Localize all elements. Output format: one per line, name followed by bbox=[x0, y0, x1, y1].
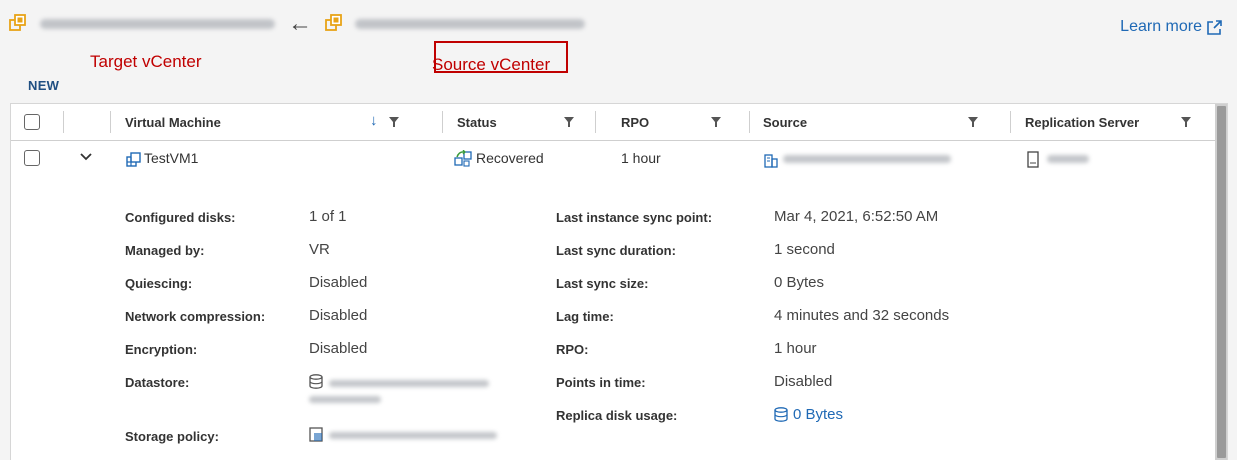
row-checkbox[interactable] bbox=[24, 150, 40, 166]
detail-label: Lag time: bbox=[556, 309, 614, 324]
detail-label: Managed by: bbox=[125, 243, 205, 258]
arrow-left-icon: ← bbox=[288, 10, 312, 37]
column-label: RPO bbox=[621, 114, 650, 130]
detail-label: Quiescing: bbox=[125, 276, 193, 291]
target-vcenter-annotation: Target vCenter bbox=[90, 52, 202, 71]
select-all-checkbox[interactable] bbox=[24, 114, 40, 130]
column-header-virtual-machine[interactable]: Virtual Machine bbox=[125, 104, 221, 140]
status-highlight-annotation bbox=[434, 41, 568, 73]
column-label: Status bbox=[457, 114, 497, 130]
detail-value: VR bbox=[309, 241, 330, 258]
vm-icon bbox=[126, 152, 141, 167]
detail-label: RPO: bbox=[556, 342, 589, 357]
detail-label: Encryption: bbox=[125, 342, 198, 357]
replica-disk-usage-value: 0 Bytes bbox=[793, 406, 844, 423]
rpo-value: 1 hour bbox=[621, 150, 661, 166]
detail-label: Configured disks: bbox=[125, 210, 236, 225]
learn-more-link[interactable]: Learn more bbox=[1120, 18, 1223, 36]
datagrid-header: Virtual Machine ↓ Status RPO Source Repl… bbox=[11, 104, 1215, 141]
filter-icon[interactable] bbox=[564, 117, 574, 127]
column-header-rpo[interactable]: RPO bbox=[621, 104, 649, 140]
source-name-redacted bbox=[783, 155, 951, 163]
detail-value: 1 hour bbox=[774, 340, 817, 357]
column-label: Source bbox=[763, 114, 808, 130]
detail-value: 1 of 1 bbox=[309, 208, 347, 225]
storage-policy-icon bbox=[309, 427, 323, 442]
filter-icon[interactable] bbox=[1181, 117, 1191, 127]
datastore-icon bbox=[309, 374, 323, 389]
detail-value: 0 Bytes bbox=[774, 274, 825, 291]
detail-value: Mar 4, 2021, 6:52:50 AM bbox=[774, 208, 939, 225]
storage-policy-name-redacted bbox=[329, 432, 497, 439]
status-value: Recovered bbox=[476, 150, 544, 166]
replica-disk-usage-link[interactable]: 0 Bytes bbox=[774, 406, 843, 423]
datastore-name-redacted bbox=[329, 380, 489, 387]
detail-label: Network compression: bbox=[125, 309, 266, 324]
site-pair-header: ← Target vCenter Source vCenter NEW Lear… bbox=[0, 0, 1237, 100]
chevron-down-icon[interactable] bbox=[79, 150, 93, 164]
detail-label: Storage policy: bbox=[125, 429, 219, 444]
vcenter-site-icon bbox=[9, 14, 26, 31]
source-vcenter-name-redacted bbox=[355, 19, 585, 29]
column-label: Replication Server bbox=[1025, 114, 1140, 130]
vertical-scrollbar[interactable] bbox=[1215, 104, 1227, 460]
vm-name[interactable]: TestVM1 bbox=[144, 150, 198, 166]
replications-datagrid: Virtual Machine ↓ Status RPO Source Repl… bbox=[10, 103, 1228, 460]
detail-label: Last sync size: bbox=[556, 276, 649, 291]
detail-value: 4 minutes and 32 seconds bbox=[774, 307, 950, 324]
column-header-status[interactable]: Status bbox=[457, 104, 497, 140]
target-vcenter-name-redacted bbox=[40, 19, 275, 29]
detail-value: Disabled bbox=[309, 340, 368, 357]
new-badge: NEW bbox=[28, 78, 60, 93]
external-link-icon bbox=[1207, 19, 1222, 35]
detail-label: Points in time: bbox=[556, 375, 646, 390]
detail-value: Disabled bbox=[309, 274, 368, 291]
replication-server-name-redacted bbox=[1047, 155, 1089, 163]
detail-value: Disabled bbox=[774, 373, 833, 390]
table-row[interactable]: TestVM1 Recovered 1 hour bbox=[11, 141, 1215, 177]
server-icon bbox=[1027, 151, 1039, 168]
detail-label: Last instance sync point: bbox=[556, 210, 713, 225]
column-header-replication-server[interactable]: Replication Server bbox=[1025, 104, 1139, 140]
datastore-name-redacted bbox=[309, 396, 381, 403]
detail-label: Last sync duration: bbox=[556, 243, 676, 258]
detail-value: Disabled bbox=[309, 307, 368, 324]
filter-icon[interactable] bbox=[389, 117, 399, 127]
scrollbar-thumb[interactable] bbox=[1217, 106, 1226, 458]
learn-more-label: Learn more bbox=[1120, 18, 1202, 35]
detail-label: Datastore: bbox=[125, 375, 190, 390]
column-label: Virtual Machine bbox=[125, 114, 221, 130]
datacenter-icon bbox=[764, 154, 778, 168]
vcenter-site-icon bbox=[325, 14, 342, 31]
detail-label: Replica disk usage: bbox=[556, 408, 678, 423]
disk-icon bbox=[774, 407, 788, 422]
sort-descending-icon[interactable]: ↓ bbox=[370, 112, 378, 129]
detail-value: 1 second bbox=[774, 241, 835, 258]
recovered-status-icon bbox=[454, 150, 472, 167]
filter-icon[interactable] bbox=[711, 117, 721, 127]
filter-icon[interactable] bbox=[968, 117, 978, 127]
column-header-source[interactable]: Source bbox=[763, 104, 807, 140]
